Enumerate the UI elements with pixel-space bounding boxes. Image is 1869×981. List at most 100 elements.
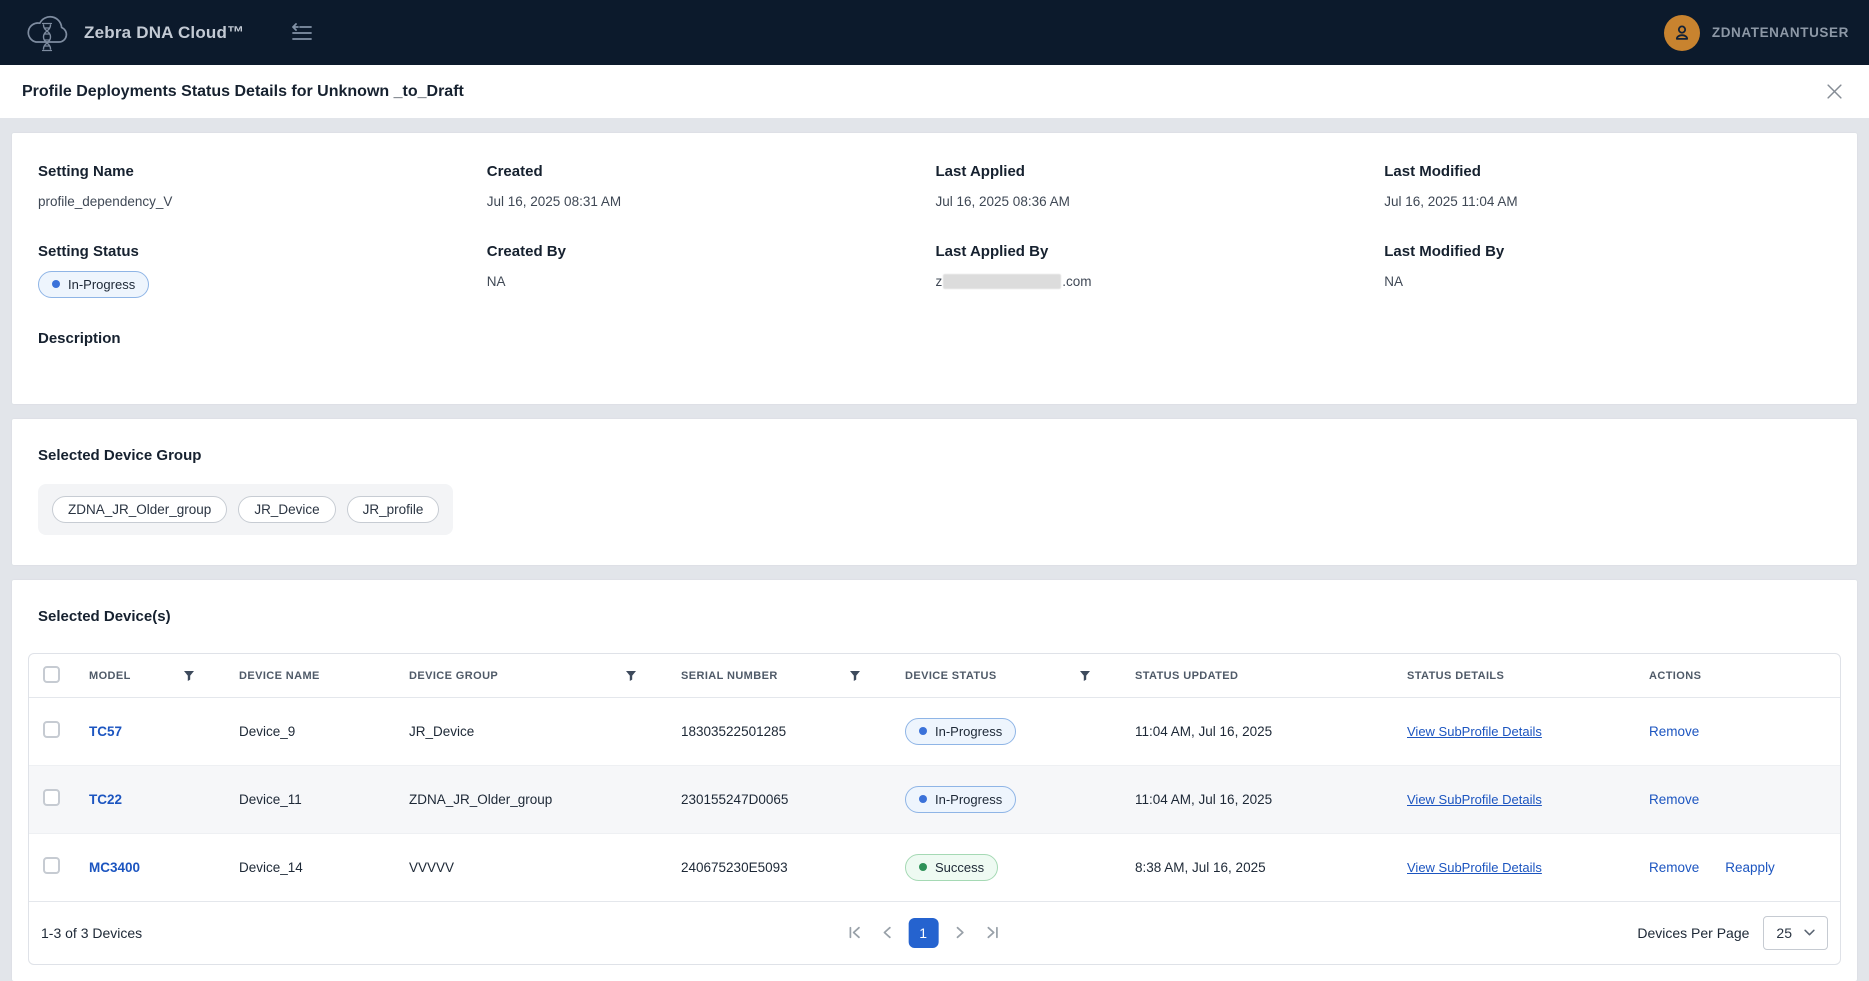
app-title: Zebra DNA Cloud™ <box>84 23 244 43</box>
status-dot-icon <box>919 727 927 735</box>
per-page-select[interactable]: 25 <box>1763 916 1828 950</box>
username-label[interactable]: ZDNATENANTUSER <box>1712 25 1849 40</box>
device-row: MC3400 Device_14 VVVVV 240675230E5093 Su… <box>29 833 1840 901</box>
row-checkbox[interactable] <box>43 789 60 806</box>
remove-action-link[interactable]: Remove <box>1649 792 1699 807</box>
field-last-modified: Last Modified Jul 16, 2025 11:04 AM <box>1384 163 1833 211</box>
column-header-serial-number: SERIAL NUMBER <box>681 670 778 682</box>
field-value: profile_dependency_V <box>38 193 487 211</box>
per-page-label: Devices Per Page <box>1637 925 1749 941</box>
device-group-chips: ZDNA_JR_Older_group JR_Device JR_profile <box>38 484 453 535</box>
status-updated-cell: 11:04 AM, Jul 16, 2025 <box>1135 724 1272 739</box>
select-all-checkbox[interactable] <box>43 666 60 683</box>
row-checkbox[interactable] <box>43 721 60 738</box>
device-group-chip: JR_Device <box>238 496 335 523</box>
table-header-row: MODEL DEVICE NAME DEVICE GROUP SERIAL NU… <box>29 654 1840 698</box>
filter-icon[interactable] <box>623 668 639 684</box>
view-subprofile-details-link[interactable]: View SubProfile Details <box>1407 724 1542 739</box>
chevron-down-icon <box>1804 929 1815 936</box>
device-model-link[interactable]: MC3400 <box>89 860 140 875</box>
field-label: Last Modified By <box>1384 243 1833 260</box>
field-label: Setting Name <box>38 163 487 180</box>
field-value: Jul 16, 2025 08:31 AM <box>487 193 936 211</box>
current-page-button[interactable]: 1 <box>908 918 938 948</box>
device-status-badge: Success <box>905 854 998 881</box>
device-name-cell: Device_14 <box>239 860 303 875</box>
device-status-label: In-Progress <box>935 792 1002 807</box>
selected-devices-card: Selected Device(s) MODEL DEVICE NAME DEV… <box>12 580 1857 981</box>
filter-icon[interactable] <box>1077 668 1093 684</box>
field-setting-status: Setting Status In-Progress <box>38 243 487 298</box>
field-label: Created By <box>487 243 936 260</box>
field-label: Last Modified <box>1384 163 1833 180</box>
next-page-icon[interactable] <box>948 921 971 944</box>
remove-action-link[interactable]: Remove <box>1649 860 1699 875</box>
redacted-email: z .com <box>936 273 1385 291</box>
field-created: Created Jul 16, 2025 08:31 AM <box>487 163 936 211</box>
page-title: Profile Deployments Status Details for U… <box>22 83 464 101</box>
device-status-badge: In-Progress <box>905 786 1016 813</box>
device-name-cell: Device_9 <box>239 724 295 739</box>
close-icon[interactable] <box>1822 79 1847 104</box>
remove-action-link[interactable]: Remove <box>1649 724 1699 739</box>
redaction-blur <box>943 274 1061 289</box>
field-value: Jul 16, 2025 08:36 AM <box>936 193 1385 211</box>
column-header-actions: ACTIONS <box>1649 670 1701 682</box>
reapply-action-link[interactable]: Reapply <box>1725 860 1775 875</box>
status-dot-icon <box>919 795 927 803</box>
column-header-device-group: DEVICE GROUP <box>409 670 498 682</box>
field-value: NA <box>487 273 936 291</box>
serial-number-cell: 18303522501285 <box>681 724 786 739</box>
status-dot-icon <box>919 863 927 871</box>
setting-status-badge: In-Progress <box>38 271 149 298</box>
page-title-bar: Profile Deployments Status Details for U… <box>0 65 1869 118</box>
field-description: Description <box>38 330 487 360</box>
field-setting-name: Setting Name profile_dependency_V <box>38 163 487 211</box>
device-group-cell: JR_Device <box>409 724 474 739</box>
devices-title: Selected Device(s) <box>38 608 1841 625</box>
previous-page-icon[interactable] <box>875 921 898 944</box>
status-updated-cell: 11:04 AM, Jul 16, 2025 <box>1135 792 1272 807</box>
pagination-summary: 1-3 of 3 Devices <box>41 925 142 941</box>
last-page-icon[interactable] <box>981 921 1004 944</box>
column-header-status-updated: STATUS UPDATED <box>1135 670 1238 682</box>
field-label: Last Applied <box>936 163 1385 180</box>
device-model-link[interactable]: TC22 <box>89 792 122 807</box>
device-group-cell: ZDNA_JR_Older_group <box>409 792 552 807</box>
per-page-control: Devices Per Page 25 <box>1637 916 1828 950</box>
row-checkbox[interactable] <box>43 857 60 874</box>
status-updated-cell: 8:38 AM, Jul 16, 2025 <box>1135 860 1266 875</box>
device-group-cell: VVVVV <box>409 860 454 875</box>
collapse-menu-icon[interactable] <box>286 19 318 47</box>
app-header: Zebra DNA Cloud™ ZDNATENANTUSER <box>0 0 1869 65</box>
field-last-applied-by: Last Applied By z .com <box>936 243 1385 298</box>
serial-number-cell: 240675230E5093 <box>681 860 788 875</box>
view-subprofile-details-link[interactable]: View SubProfile Details <box>1407 860 1542 875</box>
field-created-by: Created By NA <box>487 243 936 298</box>
filter-icon[interactable] <box>181 668 197 684</box>
field-label: Last Applied By <box>936 243 1385 260</box>
zebra-dna-cloud-logo-icon <box>22 10 72 56</box>
devices-table: MODEL DEVICE NAME DEVICE GROUP SERIAL NU… <box>28 653 1841 965</box>
deployment-overview-card: Setting Name profile_dependency_V Create… <box>12 133 1857 404</box>
device-row: TC22 Device_11 ZDNA_JR_Older_group 23015… <box>29 765 1840 833</box>
column-header-device-name: DEVICE NAME <box>239 670 320 682</box>
user-avatar-icon[interactable] <box>1664 15 1700 51</box>
email-prefix: z <box>936 274 943 289</box>
status-badge-label: In-Progress <box>68 277 135 292</box>
page-root: Zebra DNA Cloud™ ZDNATENANTUSER Profile … <box>0 0 1869 981</box>
device-model-link[interactable]: TC57 <box>89 724 122 739</box>
field-label: Created <box>487 163 936 180</box>
per-page-value: 25 <box>1776 925 1792 941</box>
filter-icon[interactable] <box>847 668 863 684</box>
header-user-area: ZDNATENANTUSER <box>1664 15 1849 51</box>
email-suffix: .com <box>1062 274 1091 289</box>
status-dot-icon <box>52 280 60 288</box>
first-page-icon[interactable] <box>842 921 865 944</box>
view-subprofile-details-link[interactable]: View SubProfile Details <box>1407 792 1542 807</box>
selected-device-group-card: Selected Device Group ZDNA_JR_Older_grou… <box>12 419 1857 565</box>
device-status-badge: In-Progress <box>905 718 1016 745</box>
device-status-label: In-Progress <box>935 724 1002 739</box>
device-name-cell: Device_11 <box>239 792 302 807</box>
device-status-label: Success <box>935 860 984 875</box>
